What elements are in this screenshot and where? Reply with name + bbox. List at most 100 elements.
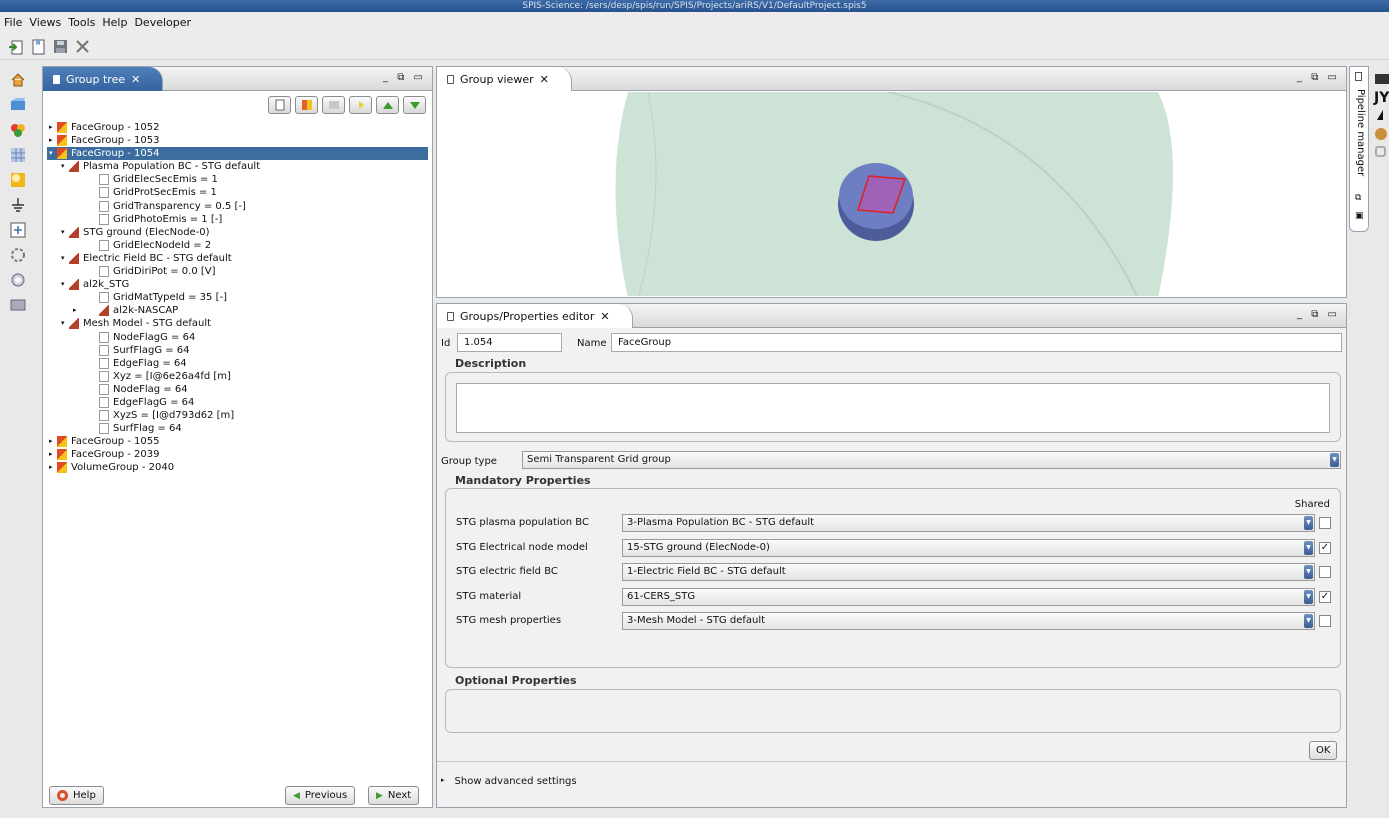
tree-node[interactable]: ▸ FaceGroup - 1052 (47, 121, 428, 134)
save-icon[interactable] (52, 38, 69, 55)
tree-node[interactable]: NodeFlag = 64 (47, 383, 428, 396)
chevron-right-icon[interactable]: ▸ (49, 121, 53, 134)
close-tab-icon[interactable]: ✕ (131, 73, 140, 86)
advanced-settings-toggle[interactable]: ▸ Show advanced settings (441, 776, 577, 787)
solver-icon[interactable] (10, 247, 26, 263)
move-down-icon[interactable] (403, 96, 426, 114)
tree-node[interactable]: GridDiriPot = 0.0 [V] (47, 265, 428, 278)
group-type-select[interactable]: Semi Transparent Grid group ▼ (522, 451, 1341, 469)
property-select[interactable]: 1-Electric Field BC - STG default ▼ (622, 563, 1315, 581)
name-field[interactable]: FaceGroup (611, 333, 1342, 352)
maximize-icon[interactable]: ▣ (1355, 211, 1364, 221)
menu-tools[interactable]: Tools (68, 16, 95, 29)
shared-checkbox[interactable] (1319, 566, 1331, 578)
tree-node[interactable]: SurfFlag = 64 (47, 422, 428, 435)
panel-window-controls[interactable]: _ ⧉ ▭ (383, 72, 426, 83)
chevron-right-icon[interactable]: ▸ (49, 461, 53, 474)
tree-node[interactable]: GridElecNodeId = 2 (47, 239, 428, 252)
tree-node[interactable]: GridMatTypeId = 35 [-] (47, 291, 428, 304)
tree-node[interactable]: ▸ FaceGroup - 2039 (47, 448, 428, 461)
panel-window-controls[interactable]: _ ⧉ ▭ (1297, 309, 1340, 320)
properties-icon[interactable] (10, 172, 26, 188)
tree-node[interactable]: Xyz = [I@6e26a4fd [m] (47, 370, 428, 383)
tree-node[interactable]: ▸ FaceGroup - 1055 (47, 435, 428, 448)
menu-help[interactable]: Help (102, 16, 127, 29)
shared-checkbox[interactable] (1319, 517, 1331, 529)
tab-properties-editor[interactable]: Groups/Properties editor ✕ (437, 304, 633, 328)
report-icon[interactable] (10, 297, 26, 313)
tree-node[interactable]: ▾ STG ground (ElecNode-0) (47, 226, 428, 239)
chevron-down-icon[interactable]: ▾ (61, 252, 65, 265)
close-tab-icon[interactable]: ✕ (600, 310, 609, 323)
chevron-right-icon[interactable]: ▸ (49, 134, 53, 147)
property-select[interactable]: 3-Plasma Population BC - STG default ▼ (622, 514, 1315, 532)
help-button[interactable]: Help (49, 786, 104, 805)
ok-button[interactable]: OK (1309, 741, 1338, 760)
chevron-down-icon[interactable]: ▾ (61, 278, 65, 291)
analysis-icon[interactable] (10, 272, 26, 288)
tree-node[interactable]: ▾ Plasma Population BC - STG default (47, 160, 428, 173)
menu-file[interactable]: File (4, 16, 22, 29)
close-tab-icon[interactable]: ✕ (540, 73, 549, 86)
cursor-icon[interactable] (1377, 110, 1383, 120)
tree-node[interactable]: EdgeFlag = 64 (47, 357, 428, 370)
tree-node[interactable]: GridPhotoEmis = 1 [-] (47, 213, 428, 226)
tree-node[interactable]: ▾ Electric Field BC - STG default (47, 252, 428, 265)
3d-viewport[interactable] (438, 92, 1345, 296)
chevron-right-icon[interactable]: ▸ (49, 435, 53, 448)
panel-window-controls[interactable]: _ ⧉ ▭ (1297, 72, 1340, 83)
tree-node[interactable]: XyzS = [I@d793d62 [m] (47, 409, 428, 422)
tab-group-tree[interactable]: Group tree ✕ (43, 67, 164, 91)
split-group-icon[interactable] (322, 96, 345, 114)
tree-node[interactable]: GridProtSecEmis = 1 (47, 186, 428, 199)
menu-views[interactable]: Views (29, 16, 61, 29)
chevron-down-icon[interactable]: ▾ (61, 226, 65, 239)
tree-node[interactable]: EdgeFlagG = 64 (47, 396, 428, 409)
close-icon[interactable] (74, 38, 91, 55)
new-group-icon[interactable] (268, 96, 291, 114)
tree-node[interactable]: ▸ VolumeGroup - 2040 (47, 461, 428, 474)
tree-node[interactable]: ▸ FaceGroup - 1053 (47, 134, 428, 147)
import-icon[interactable] (8, 38, 25, 55)
property-select[interactable]: 3-Mesh Model - STG default ▼ (622, 612, 1315, 630)
cup-icon[interactable] (1375, 146, 1386, 157)
move-up-icon[interactable] (376, 96, 399, 114)
forward-icon[interactable] (349, 96, 372, 114)
mesh-icon[interactable] (10, 147, 26, 163)
shared-checkbox[interactable] (1319, 615, 1331, 627)
tree-node[interactable]: ▾ al2k_STG (47, 278, 428, 291)
tree-node[interactable]: NodeFlagG = 64 (47, 331, 428, 344)
tree-node[interactable]: SurfFlagG = 64 (47, 344, 428, 357)
id-field[interactable]: 1.054 (457, 333, 562, 352)
groups-icon[interactable] (10, 122, 26, 138)
ground-icon[interactable] (10, 197, 26, 213)
flower-icon[interactable] (1375, 128, 1387, 140)
description-field[interactable] (456, 383, 1330, 433)
previous-button[interactable]: ◀ Previous (285, 786, 356, 805)
chevron-right-icon[interactable]: ▸ (49, 448, 53, 461)
chevron-down-icon[interactable]: ▾ (49, 147, 53, 160)
chevron-right-icon[interactable]: ▸ (73, 304, 77, 317)
restore-icon[interactable]: ⧉ (1355, 193, 1361, 203)
tree-node[interactable]: ▾ FaceGroup - 1054 (47, 147, 428, 161)
geometry-icon[interactable] (10, 97, 26, 113)
property-select[interactable]: 61-CERS_STG ▼ (622, 587, 1315, 606)
tree-node[interactable]: GridTransparency = 0.5 [-] (47, 200, 428, 213)
tab-group-viewer[interactable]: Group viewer ✕ (437, 67, 572, 91)
tree-node[interactable]: ▾ Mesh Model - STG default (47, 317, 428, 330)
tree-node[interactable]: ▸ al2k-NASCAP (47, 304, 428, 317)
chevron-down-icon[interactable]: ▾ (61, 160, 65, 173)
shared-checkbox[interactable]: ✓ (1319, 541, 1331, 554)
shared-checkbox[interactable]: ✓ (1319, 590, 1331, 603)
numerical-icon[interactable] (10, 222, 26, 238)
menu-developer[interactable]: Developer (134, 16, 191, 29)
open-icon[interactable] (30, 38, 47, 55)
property-select[interactable]: 15-STG ground (ElecNode-0) ▼ (622, 538, 1315, 557)
next-button[interactable]: ▶ Next (368, 786, 420, 805)
tree-node[interactable]: GridElecSecEmis = 1 (47, 173, 428, 186)
dark-icon[interactable] (1375, 74, 1389, 84)
home-icon[interactable] (10, 72, 26, 88)
pipeline-manager-tab[interactable]: Pipeline manager ⧉ ▣ (1349, 66, 1369, 232)
chevron-down-icon[interactable]: ▾ (61, 317, 65, 330)
merge-group-icon[interactable] (295, 96, 318, 114)
